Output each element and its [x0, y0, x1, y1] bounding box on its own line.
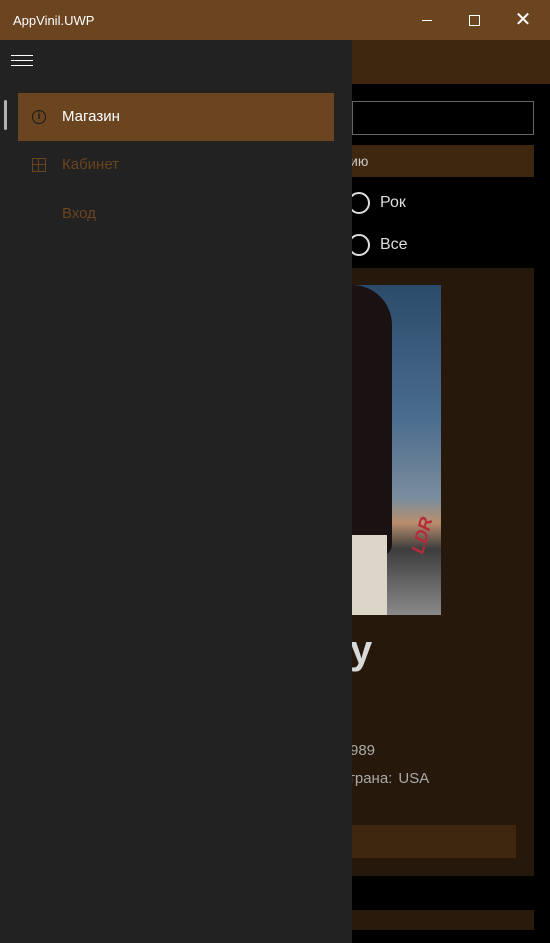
country-value: USA	[398, 770, 430, 787]
selection-indicator	[4, 100, 7, 130]
radio-rock-label: Рок	[380, 194, 406, 211]
navigation-pane: i Магазин Кабинет Вход	[0, 40, 352, 943]
country-label: трана:	[348, 770, 393, 787]
minimize-icon	[422, 19, 432, 21]
next-album-card	[352, 910, 534, 930]
nav-item-login[interactable]: Вход	[18, 190, 334, 238]
grid-icon	[32, 158, 46, 172]
maximize-icon	[468, 14, 480, 26]
radio-all-label: Все	[380, 236, 408, 253]
add-to-cart-button[interactable]	[352, 825, 516, 858]
hamburger-line	[11, 65, 33, 66]
nav-item-store[interactable]: i Магазин	[18, 93, 334, 141]
title-bar: AppVinil.UWP ✕	[0, 0, 550, 40]
sort-button-label: ию	[350, 153, 369, 169]
page-header-bar	[352, 40, 550, 84]
info-icon: i	[32, 110, 46, 124]
close-icon: ✕	[514, 9, 532, 31]
close-button[interactable]: ✕	[500, 0, 546, 40]
cover-shirt	[352, 535, 387, 615]
hamburger-menu-button[interactable]	[11, 55, 33, 69]
minimize-button[interactable]	[404, 0, 450, 40]
window-title: AppVinil.UWP	[13, 13, 95, 28]
nav-item-label: Вход	[62, 205, 96, 222]
album-year: 989	[350, 742, 376, 759]
cover-logo: LDR	[407, 514, 437, 556]
album-cover-image: LDR	[352, 285, 441, 615]
radio-rock[interactable]: Рок	[348, 192, 406, 214]
hamburger-line	[11, 60, 33, 61]
search-input[interactable]	[352, 101, 534, 135]
cover-figure	[352, 285, 392, 555]
nav-item-label: Кабинет	[62, 156, 120, 173]
album-country: трана: USA	[348, 770, 429, 787]
radio-all[interactable]: Все	[348, 234, 408, 256]
sort-button[interactable]: ию	[350, 145, 534, 177]
nav-item-cabinet[interactable]: Кабинет	[18, 141, 334, 189]
album-title: y	[350, 628, 373, 672]
hamburger-line	[11, 55, 33, 56]
maximize-button[interactable]	[451, 0, 497, 40]
nav-item-label: Магазин	[62, 108, 120, 125]
